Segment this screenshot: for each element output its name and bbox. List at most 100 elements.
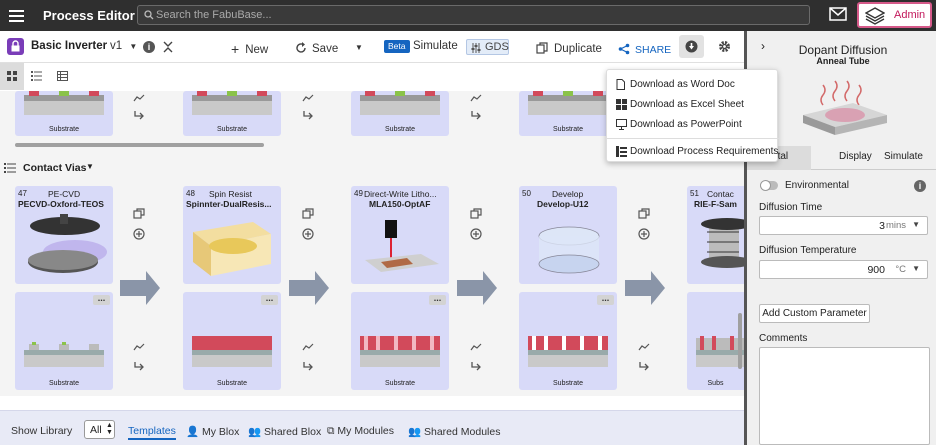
redo-icon[interactable]: [470, 361, 482, 373]
save-button[interactable]: Save: [295, 40, 338, 55]
menu-item-label: Download as Word Doc: [630, 79, 735, 90]
more-options-icon[interactable]: ...: [93, 294, 110, 305]
table-view-button[interactable]: [51, 63, 75, 90]
substrate-card[interactable]: Substrate: [519, 91, 617, 136]
library-bar: Show Library All ▲ ▼ Templates 👤 My Blox …: [0, 410, 744, 445]
lock-icon[interactable]: [7, 38, 24, 55]
redo-icon[interactable]: [133, 361, 145, 373]
panel-title: Dopant Diffusion: [798, 43, 888, 57]
diffusion-temperature-field[interactable]: 900 °C ▼: [759, 260, 928, 279]
copy-icon[interactable]: [302, 208, 314, 219]
step-card-50[interactable]: 50 Develop Develop-U12: [519, 186, 617, 284]
duplicate-button[interactable]: Duplicate: [536, 40, 602, 55]
add-circle-icon[interactable]: [302, 228, 314, 240]
search-bar[interactable]: [137, 5, 810, 25]
show-library-button[interactable]: Show Library: [11, 425, 72, 437]
substrate-card[interactable]: Substrate: [351, 91, 449, 136]
diffusion-time-field[interactable]: 3 mins ▼: [759, 216, 928, 235]
menu-item-powerpoint[interactable]: Download as PowerPoint: [607, 115, 779, 134]
version-select[interactable]: v1 ▼: [110, 40, 137, 52]
horizontal-scrollbar[interactable]: [15, 143, 264, 147]
more-options-icon[interactable]: ...: [261, 294, 278, 305]
admin-button[interactable]: Admin: [857, 2, 932, 28]
tab-display[interactable]: Display: [839, 151, 872, 162]
copy-icon[interactable]: [638, 208, 650, 219]
comments-field[interactable]: [759, 347, 930, 445]
collapse-icon[interactable]: [162, 41, 174, 53]
more-options-icon[interactable]: ...: [597, 294, 614, 305]
menu-item-word[interactable]: Download as Word Doc: [607, 75, 779, 94]
search-input[interactable]: [156, 7, 796, 23]
step-card-51[interactable]: 51 Contac RIE-F-Sam: [687, 186, 744, 284]
step-card-49[interactable]: 49 Direct-Write Litho... MLA150-OptAF: [351, 186, 449, 284]
share-button[interactable]: SHARE: [618, 41, 671, 56]
table-icon: [57, 71, 68, 81]
chart-icon[interactable]: [133, 343, 145, 351]
gds-button[interactable]: GDS: [466, 39, 509, 55]
step-actions: [302, 340, 316, 376]
caret-down-icon[interactable]: ▼: [912, 264, 920, 273]
substrate-card[interactable]: Substrate: [15, 91, 113, 136]
tab-simulate[interactable]: Simulate: [884, 151, 923, 162]
cross-section-card[interactable]: ... Substrate: [519, 292, 617, 390]
new-button[interactable]: + New: [231, 40, 268, 57]
tab-shared-modules[interactable]: 👥 Shared Modules: [408, 425, 500, 438]
add-circle-icon[interactable]: [133, 228, 145, 240]
redo-icon[interactable]: [638, 361, 650, 373]
mail-icon[interactable]: [829, 7, 847, 21]
cross-section-card[interactable]: ... Substrate: [15, 292, 113, 390]
add-custom-parameter-button[interactable]: Add Custom Parameter: [759, 304, 870, 323]
chart-icon[interactable]: [470, 343, 482, 351]
simulate-button[interactable]: Simulate: [413, 40, 458, 52]
chart-icon[interactable]: [302, 343, 314, 351]
step-card-48[interactable]: 48 Spin Resist Spinnter-DualResis...: [183, 186, 281, 284]
chart-icon[interactable]: [470, 94, 482, 102]
add-circle-icon[interactable]: [638, 228, 650, 240]
wafer-cross-section-icon: [192, 336, 272, 367]
gear-icon[interactable]: [718, 40, 731, 53]
more-options-icon[interactable]: ...: [429, 294, 446, 305]
caret-down-icon[interactable]: ▼: [912, 220, 920, 229]
chart-icon[interactable]: [638, 343, 650, 351]
menu-item-requirements[interactable]: Download Process Requirements: [607, 142, 779, 161]
environmental-label: Environmental: [785, 180, 849, 191]
menu-icon[interactable]: [9, 7, 24, 23]
copy-icon[interactable]: [470, 208, 482, 219]
tab-my-blox[interactable]: 👤 My Blox: [186, 425, 239, 438]
chevron-down-icon[interactable]: ▼: [86, 162, 94, 171]
tab-shared-blox[interactable]: 👥 Shared Blox: [248, 425, 321, 438]
process-name[interactable]: Basic Inverter: [31, 40, 107, 52]
step-actions: [133, 208, 147, 243]
tab-my-modules[interactable]: ⧉ My Modules: [327, 425, 394, 438]
menu-item-excel[interactable]: Download as Excel Sheet: [607, 95, 779, 114]
filter-select[interactable]: All ▲ ▼: [84, 420, 115, 439]
step-actions: [470, 340, 484, 376]
cross-section-card[interactable]: Subs: [687, 292, 744, 390]
copy-icon[interactable]: [133, 208, 145, 219]
redo-icon[interactable]: [133, 110, 145, 122]
info-icon[interactable]: i: [914, 180, 926, 192]
cross-section-card[interactable]: ... Substrate: [183, 292, 281, 390]
redo-icon[interactable]: [302, 110, 314, 122]
redo-icon[interactable]: [302, 361, 314, 373]
info-icon[interactable]: i: [143, 41, 155, 53]
step-card-47[interactable]: 47 PE-CVD PECVD-Oxford-TEOS: [15, 186, 113, 284]
vertical-scrollbar[interactable]: [738, 313, 742, 369]
anneal-tube-icon: [803, 80, 887, 135]
step-actions: [302, 91, 316, 125]
list-view-button[interactable]: [25, 63, 49, 90]
download-button[interactable]: [679, 35, 704, 58]
redo-icon[interactable]: [470, 110, 482, 122]
diffusion-time-unit: mins: [885, 220, 906, 231]
save-caret-icon[interactable]: ▼: [355, 43, 363, 52]
grid-icon: [7, 71, 17, 81]
substrate-card[interactable]: Substrate: [183, 91, 281, 136]
add-circle-icon[interactable]: [470, 228, 482, 240]
cross-section-card[interactable]: ... Substrate: [351, 292, 449, 390]
environmental-toggle[interactable]: [760, 180, 778, 191]
tab-templates[interactable]: Templates: [128, 425, 176, 440]
grid-view-button[interactable]: [0, 63, 24, 90]
chart-icon[interactable]: [302, 94, 314, 102]
chart-icon[interactable]: [133, 94, 145, 102]
download-menu: Download as Word Doc Download as Excel S…: [606, 69, 779, 162]
